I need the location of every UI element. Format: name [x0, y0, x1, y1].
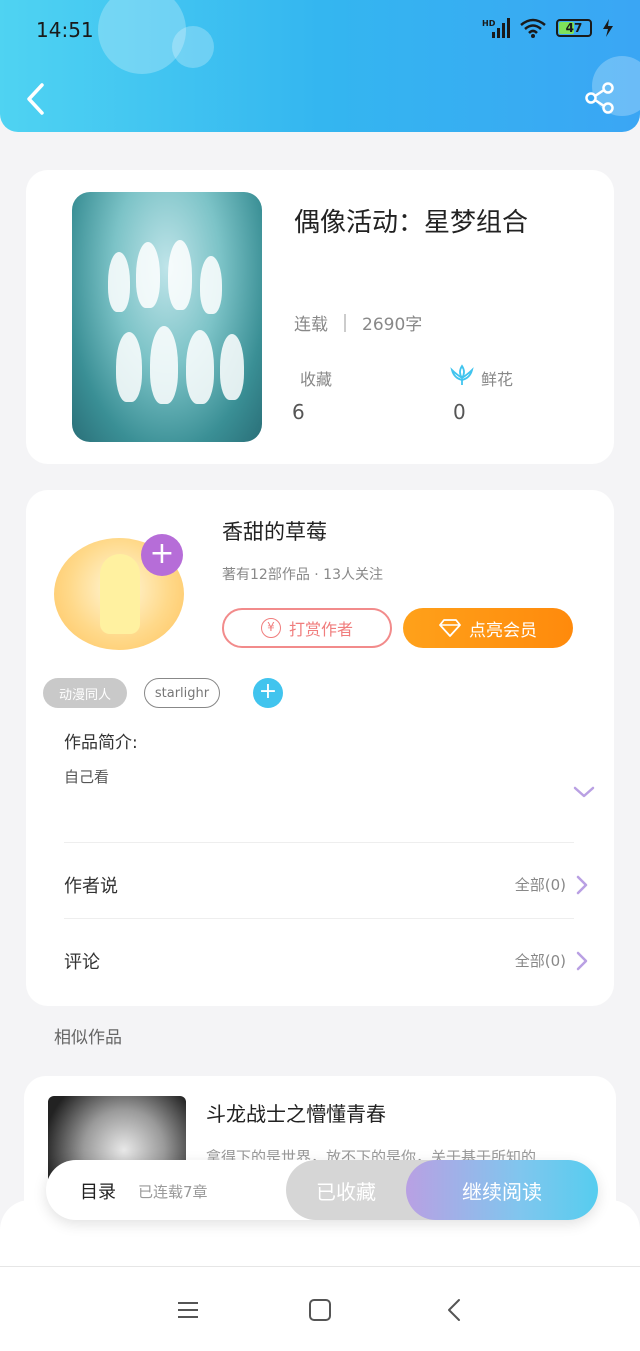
author-stats: 著有12部作品 · 13人关注 [222, 567, 383, 583]
battery-icon: 47 [556, 19, 592, 37]
meta-divider [344, 313, 346, 332]
cover-figure [150, 326, 178, 404]
intro-text: 自己看 [64, 768, 110, 786]
svg-text:HD: HD [482, 19, 496, 28]
battery-level: 47 [565, 21, 583, 35]
book-word-count: 2690字 [362, 315, 423, 335]
status-icons: HD 47 [482, 18, 614, 38]
collected-label: 已收藏 [316, 1179, 376, 1204]
book-meta: 连载 2690字 [294, 310, 422, 335]
signal-icon: HD [482, 18, 510, 38]
cover-figure [220, 334, 244, 400]
yen-icon: ¥ [260, 618, 281, 638]
diamond-icon [439, 619, 461, 637]
share-button[interactable] [584, 82, 616, 114]
author-says-label[interactable]: 作者说 [64, 872, 118, 898]
author-says-count: 全部(0) [514, 876, 566, 894]
chevron-right-icon [576, 951, 588, 970]
cover-figure [186, 330, 214, 404]
decor-bubble [172, 26, 214, 68]
bottom-action-bar: 目录 已连载7章 已收藏 继续阅读 [46, 1160, 598, 1220]
book-cover[interactable] [72, 192, 262, 442]
decor-bubble [98, 0, 186, 74]
cover-figure [136, 242, 160, 308]
divider [64, 918, 574, 919]
cover-figure [168, 240, 192, 310]
home-icon[interactable] [307, 1297, 333, 1323]
status-time: 14:51 [36, 18, 94, 42]
intro-label: 作品简介: [64, 733, 138, 753]
cover-figure [108, 252, 130, 312]
toc-chapter-count: 已连载7章 [138, 1183, 208, 1201]
system-nav-bar [0, 1266, 640, 1351]
continue-reading-button[interactable]: 继续阅读 [406, 1160, 598, 1220]
favorites-value: 6 [292, 400, 305, 424]
continue-reading-label: 继续阅读 [462, 1179, 542, 1204]
header: 14:51 HD 47 [0, 0, 640, 132]
similar-title: 斗龙战士之懵懂青春 [206, 1102, 386, 1126]
author-name[interactable]: 香甜的草莓 [222, 516, 327, 546]
comments-link[interactable]: 全部(0) [515, 950, 588, 971]
book-title: 偶像活动：星梦组合 [294, 208, 529, 238]
tip-author-label: 打赏作者 [288, 620, 353, 639]
follow-author-button[interactable]: + [141, 534, 183, 576]
charging-icon [603, 19, 613, 37]
flowers-value: 0 [453, 400, 466, 424]
chevron-right-icon [576, 875, 588, 894]
favorites-label: 收藏 [300, 370, 333, 389]
author-says-link[interactable]: 全部(0) [515, 874, 588, 895]
add-tag-button[interactable]: + [253, 678, 283, 708]
comments-count: 全部(0) [514, 952, 566, 970]
tag-item[interactable]: starlighr [144, 678, 220, 708]
avatar-figure [100, 554, 140, 634]
cover-figure [200, 256, 222, 314]
tip-author-button[interactable]: ¥ 打赏作者 [222, 608, 392, 648]
author-card: + 香甜的草莓 著有12部作品 · 13人关注 ¥ 打赏作者 点亮会员 动漫同人… [26, 490, 614, 1006]
cover-figure [116, 332, 142, 402]
comments-label[interactable]: 评论 [64, 948, 100, 974]
flower-icon [450, 364, 474, 385]
divider [64, 842, 574, 843]
expand-chevron-icon[interactable] [572, 784, 596, 800]
book-status: 连载 [294, 315, 328, 335]
back-button[interactable] [22, 82, 50, 116]
similar-section-title: 相似作品 [54, 1028, 122, 1048]
tag-item[interactable]: 动漫同人 [43, 678, 127, 708]
flowers-label: 鲜花 [481, 370, 514, 389]
menu-icon[interactable] [175, 1297, 201, 1323]
nav-back-icon[interactable] [442, 1297, 468, 1323]
toc-button[interactable]: 目录 [80, 1178, 116, 1204]
vip-label: 点亮会员 [469, 620, 537, 641]
wifi-icon [520, 18, 546, 38]
book-info-card: 偶像活动：星梦组合 连载 2690字 收藏 6 鲜花 0 [26, 170, 614, 464]
vip-button[interactable]: 点亮会员 [403, 608, 573, 648]
